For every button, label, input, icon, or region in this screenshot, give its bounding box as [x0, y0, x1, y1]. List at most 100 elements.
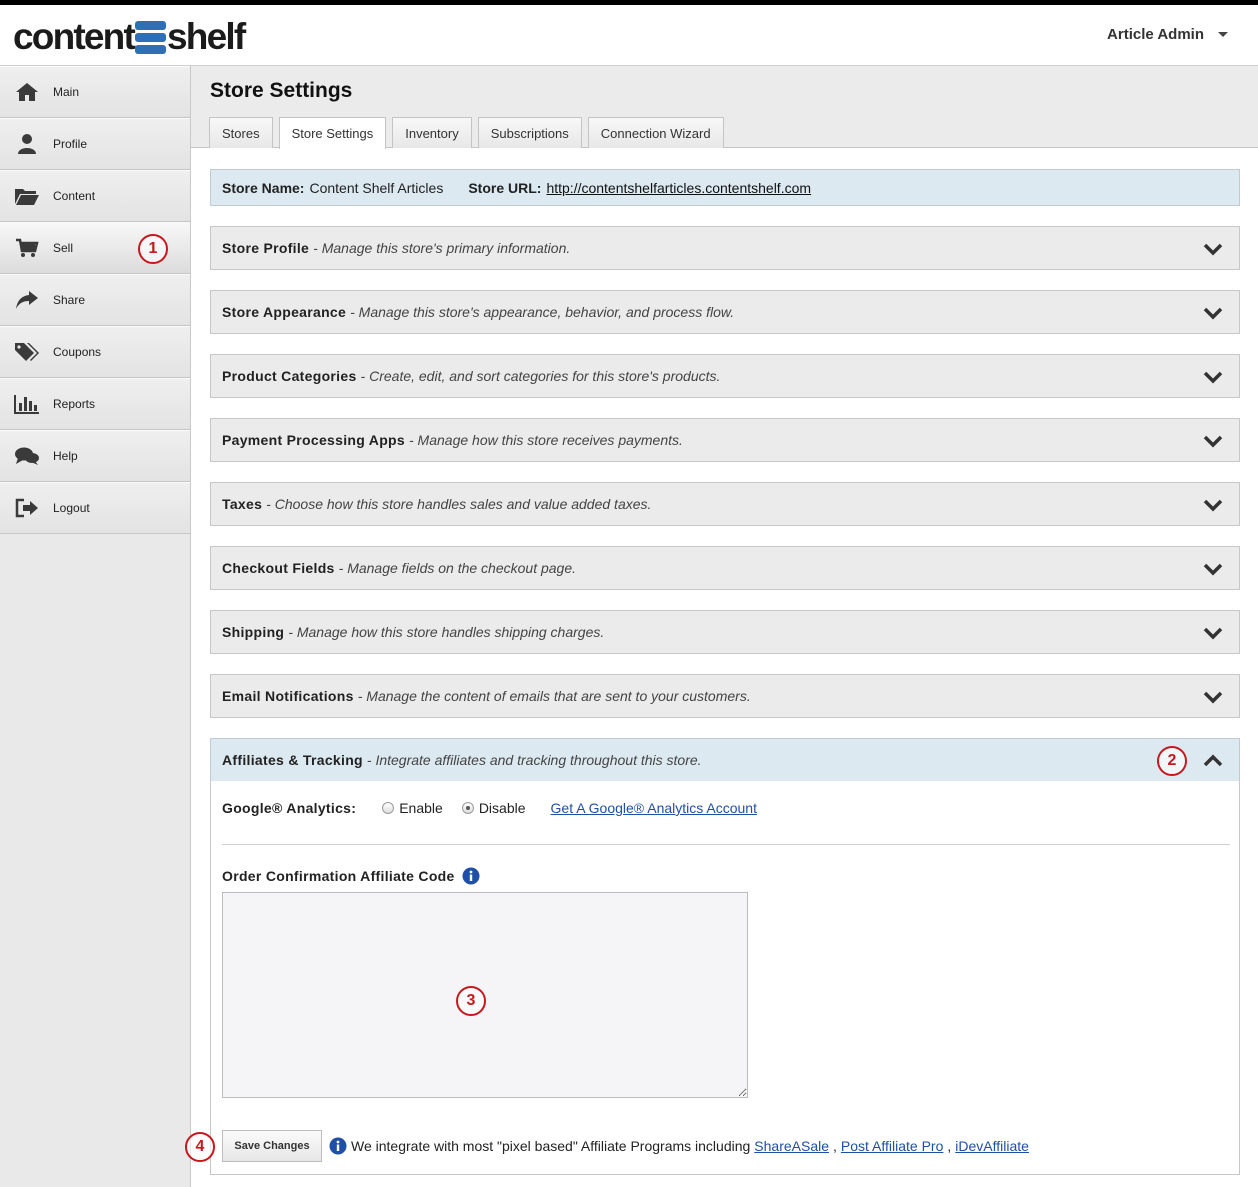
sidebar-item-label: Logout	[53, 501, 90, 515]
chevron-down-icon	[1203, 243, 1223, 256]
user-menu-label: Article Admin	[1107, 26, 1204, 43]
integrate-note: We integrate with most "pixel based" Aff…	[329, 1137, 1029, 1155]
ga-account-link[interactable]: Get A Google® Analytics Account	[551, 800, 757, 816]
folder-icon	[14, 185, 40, 207]
section-description: - Manage this store's appearance, behavi…	[350, 304, 735, 320]
idevaffiliate-link[interactable]: iDevAffiliate	[955, 1138, 1029, 1154]
sidebar: Main Profile Content Sell Share Coupons	[0, 66, 191, 1187]
ga-disable-radio[interactable]	[461, 802, 474, 814]
section-title: Shipping	[222, 624, 285, 640]
logout-icon	[14, 497, 40, 519]
affiliate-code-label-row: Order Confirmation Affiliate Code	[222, 867, 480, 885]
section-title: Store Profile	[222, 240, 310, 256]
store-info-bar: Store Name: Content Shelf Articles Store…	[210, 169, 1240, 206]
section-description: - Manage this store's primary informatio…	[313, 240, 571, 256]
tab-inventory[interactable]: Inventory	[392, 117, 472, 148]
section-description: - Manage fields on the checkout page.	[338, 560, 577, 576]
section-title: Product Categories	[222, 368, 357, 384]
chevron-down-icon	[1203, 371, 1223, 384]
ga-enable-radio[interactable]	[382, 802, 395, 814]
ga-enable-label: Enable	[399, 800, 443, 816]
sidebar-item-reports[interactable]: Reports	[0, 378, 190, 430]
section-payment-processing[interactable]: Payment Processing Apps - Manage how thi…	[210, 418, 1240, 462]
tab-stores[interactable]: Stores	[209, 117, 273, 148]
section-title: Taxes	[222, 496, 263, 512]
post-affiliate-pro-link[interactable]: Post Affiliate Pro	[841, 1138, 943, 1154]
callout-badge: 1	[138, 234, 168, 264]
info-icon	[329, 1137, 347, 1155]
store-url-label: Store URL:	[468, 179, 542, 196]
section-title: Store Appearance	[222, 304, 347, 320]
store-name-value: Content Shelf Articles	[309, 179, 444, 196]
section-email-notifications[interactable]: Email Notifications - Manage the content…	[210, 674, 1240, 718]
home-icon	[14, 81, 40, 103]
sidebar-item-label: Help	[53, 449, 78, 463]
logo-text-left: content	[13, 15, 136, 57]
shareasale-link[interactable]: ShareASale	[754, 1138, 829, 1154]
callout-badge: 2	[1157, 746, 1187, 776]
logo[interactable]: content shelf	[13, 15, 246, 57]
section-store-profile[interactable]: Store Profile - Manage this store's prim…	[210, 226, 1240, 270]
main-content: Store Settings Stores Store Settings Inv…	[191, 66, 1258, 1187]
tags-icon	[14, 341, 40, 363]
ga-disable-label: Disable	[478, 800, 526, 816]
chevron-down-icon	[1203, 435, 1223, 448]
sidebar-item-label: Sell	[53, 241, 74, 255]
section-affiliates-tracking[interactable]: Affiliates & Tracking - Integrate affili…	[210, 738, 1240, 782]
sidebar-item-label: Share	[53, 293, 86, 307]
integrate-text: We integrate with most "pixel based" Aff…	[351, 1138, 751, 1154]
sidebar-item-main[interactable]: Main	[0, 66, 190, 118]
section-checkout-fields[interactable]: Checkout Fields - Manage fields on the c…	[210, 546, 1240, 590]
section-title: Email Notifications	[222, 688, 354, 704]
ga-enable-option[interactable]: Enable	[382, 800, 443, 816]
section-store-appearance[interactable]: Store Appearance - Manage this store's a…	[210, 290, 1240, 334]
section-description: - Integrate affiliates and tracking thro…	[366, 752, 702, 768]
section-description: - Manage how this store receives payment…	[409, 432, 683, 448]
sidebar-item-profile[interactable]: Profile	[0, 118, 190, 170]
ga-disable-option[interactable]: Disable	[461, 800, 526, 816]
save-changes-button[interactable]: Save Changes	[222, 1130, 322, 1162]
tab-store-settings[interactable]: Store Settings	[278, 117, 387, 149]
info-icon[interactable]	[462, 867, 480, 885]
section-description: - Create, edit, and sort categories for …	[360, 368, 721, 384]
tab-connection-wizard[interactable]: Connection Wizard	[587, 117, 724, 148]
chat-icon	[14, 445, 40, 467]
google-analytics-row: Google® Analytics: Enable Disable Get A …	[222, 800, 757, 816]
page-header: Store Settings Stores Store Settings Inv…	[191, 66, 1258, 149]
section-title: Checkout Fields	[222, 560, 335, 576]
user-icon	[14, 133, 40, 155]
section-title: Payment Processing Apps	[222, 432, 405, 448]
cart-icon	[14, 237, 40, 259]
bar-chart-icon	[14, 393, 40, 415]
section-description: - Manage how this store handles shipping…	[288, 624, 605, 640]
affiliates-panel: Google® Analytics: Enable Disable Get A …	[210, 781, 1240, 1175]
sidebar-item-share[interactable]: Share	[0, 274, 190, 326]
section-title: Affiliates & Tracking	[222, 752, 363, 768]
chevron-down-icon	[1203, 499, 1223, 512]
store-url-link[interactable]: http://contentshelfarticles.contentshelf…	[546, 180, 811, 196]
chevron-down-icon	[1203, 307, 1223, 320]
sidebar-item-logout[interactable]: Logout	[0, 482, 190, 534]
user-menu[interactable]: Article Admin	[1107, 26, 1228, 43]
google-analytics-label: Google® Analytics:	[222, 800, 357, 816]
sidebar-item-label: Profile	[53, 137, 88, 151]
section-taxes[interactable]: Taxes - Choose how this store handles sa…	[210, 482, 1240, 526]
tab-subscriptions[interactable]: Subscriptions	[477, 117, 582, 148]
tab-bar: Stores Store Settings Inventory Subscrip…	[209, 117, 724, 149]
caret-down-icon	[1218, 32, 1228, 37]
logo-text-right: shelf	[167, 15, 246, 57]
app-header: content shelf Article Admin	[0, 5, 1258, 66]
section-description: - Manage the content of emails that are …	[357, 688, 751, 704]
shelf-logo-icon	[135, 20, 167, 54]
separator: ,	[947, 1138, 952, 1154]
sidebar-item-coupons[interactable]: Coupons	[0, 326, 190, 378]
section-product-categories[interactable]: Product Categories - Create, edit, and s…	[210, 354, 1240, 398]
sidebar-item-help[interactable]: Help	[0, 430, 190, 482]
page-title: Store Settings	[210, 79, 353, 102]
sidebar-item-content[interactable]: Content	[0, 170, 190, 222]
callout-badge: 4	[185, 1132, 215, 1162]
affiliate-code-label: Order Confirmation Affiliate Code	[222, 868, 455, 884]
section-shipping[interactable]: Shipping - Manage how this store handles…	[210, 610, 1240, 654]
chevron-down-icon	[1203, 627, 1223, 640]
sidebar-item-label: Content	[53, 189, 96, 203]
